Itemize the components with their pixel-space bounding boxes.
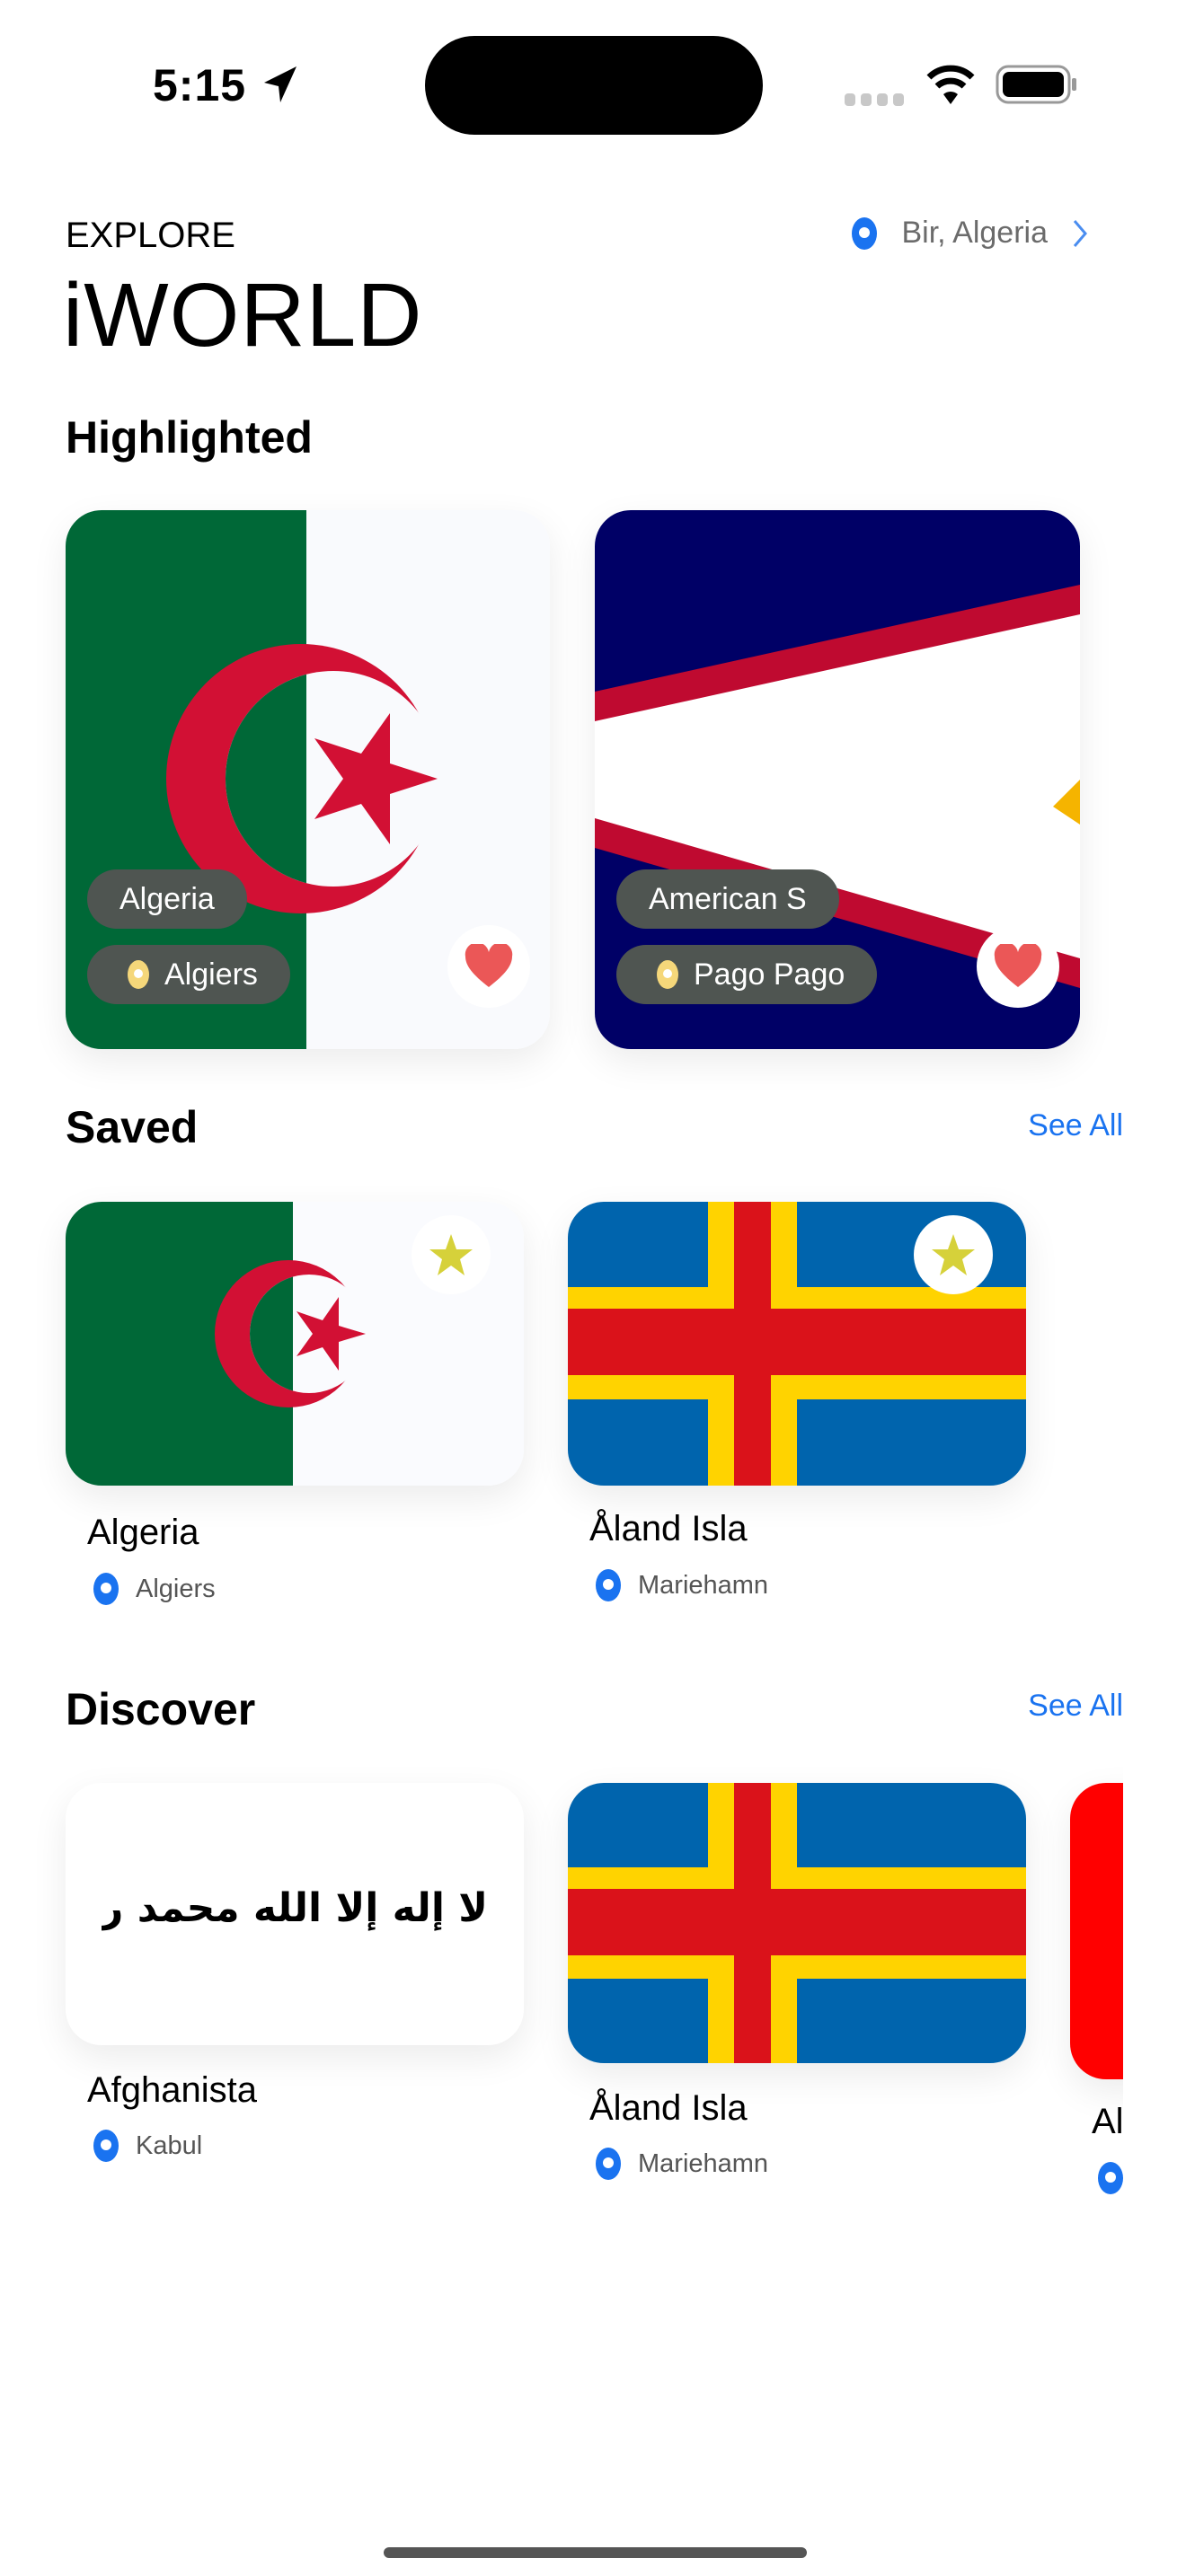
signal-dot [877, 93, 888, 106]
country-name: American S [649, 881, 807, 916]
signal-dot [861, 93, 872, 106]
highlighted-card-algeria[interactable]: Algeria Algiers [66, 510, 550, 1049]
discover-card-albania[interactable] [1070, 1783, 1123, 2079]
star-icon [429, 1234, 473, 1275]
location-pin-icon [596, 2148, 621, 2180]
saved-country-name: Algeria [87, 1513, 199, 1552]
explore-label: EXPLORE [66, 216, 235, 255]
location-pin-icon [657, 960, 678, 989]
heart-icon [994, 944, 1042, 987]
discover-capital: Kabul [93, 2129, 202, 2163]
capital-name: Algiers [136, 1574, 216, 1603]
location-arrow-icon [264, 66, 296, 102]
saved-capital: Algiers [93, 1572, 216, 1606]
capital-pill: Algiers [87, 945, 290, 1004]
saved-card-algeria[interactable] [66, 1202, 524, 1486]
wifi-icon [926, 65, 975, 104]
location-pin-icon [128, 960, 149, 989]
chevron-right-icon [1073, 219, 1087, 247]
home-indicator[interactable] [384, 2547, 807, 2558]
signal-dot [893, 93, 904, 106]
saved-country-name: Åland Isla [589, 1509, 748, 1548]
saved-card-aland[interactable] [568, 1202, 1026, 1486]
discover-country-name: Afghanista [87, 2070, 258, 2110]
heart-icon [465, 944, 513, 987]
capital-name: Mariehamn [638, 1570, 769, 1600]
country-name: Algeria [119, 881, 215, 916]
afghanistan-flag-calligraphy: لا إله إلا الله محمد رسول الله [102, 1885, 488, 1931]
capital-pill: Pago Pago [616, 945, 878, 1004]
status-time: 5:15 [153, 60, 247, 110]
country-pill: American S [616, 869, 839, 929]
location-pin-icon [596, 1569, 621, 1601]
discover-capital [1097, 2161, 1123, 2195]
battery-icon [996, 65, 1076, 104]
discover-carousel[interactable]: لا إله إلا الله محمد رسول الله Afghanist… [0, 1760, 1123, 2228]
saved-star-button[interactable] [914, 1215, 993, 1294]
saved-see-all-link[interactable]: See All [1028, 1108, 1123, 1143]
location-pin-icon [1098, 2162, 1123, 2194]
aland-flag [568, 1783, 1026, 2063]
app-title: iWORLD [63, 265, 423, 366]
location-pin-icon [93, 2130, 119, 2162]
discover-capital: Mariehamn [595, 2147, 768, 2181]
dynamic-island [425, 36, 763, 135]
section-title-discover: Discover [66, 1684, 256, 1734]
discover-country-name: Al [1092, 2102, 1123, 2141]
discover-card-aland[interactable] [568, 1783, 1026, 2063]
location-pin-icon [93, 1573, 119, 1605]
favorite-button[interactable] [977, 925, 1059, 1008]
current-location-text: Bir, Algeria [901, 216, 1048, 250]
highlighted-card-american-samoa[interactable]: American S Pago Pago [595, 510, 1080, 1049]
discover-country-name: Åland Isla [589, 2088, 748, 2128]
saved-star-button[interactable] [412, 1215, 491, 1294]
location-pin-icon [852, 216, 878, 250]
section-title-saved: Saved [66, 1102, 199, 1152]
current-location-button[interactable]: Bir, Algeria [851, 216, 1089, 251]
signal-dot [845, 93, 855, 106]
discover-see-all-link[interactable]: See All [1028, 1689, 1123, 1724]
capital-name: Mariehamn [638, 2148, 769, 2178]
saved-capital: Mariehamn [595, 1568, 768, 1602]
discover-card-afghanistan[interactable]: لا إله إلا الله محمد رسول الله [66, 1783, 524, 2045]
capital-name: Algiers [164, 957, 258, 992]
star-icon [932, 1234, 975, 1275]
section-title-highlighted: Highlighted [66, 412, 313, 463]
country-pill: Algeria [87, 869, 247, 929]
capital-name: Kabul [136, 2130, 203, 2160]
capital-name: Pago Pago [694, 957, 845, 992]
favorite-button[interactable] [447, 925, 530, 1008]
